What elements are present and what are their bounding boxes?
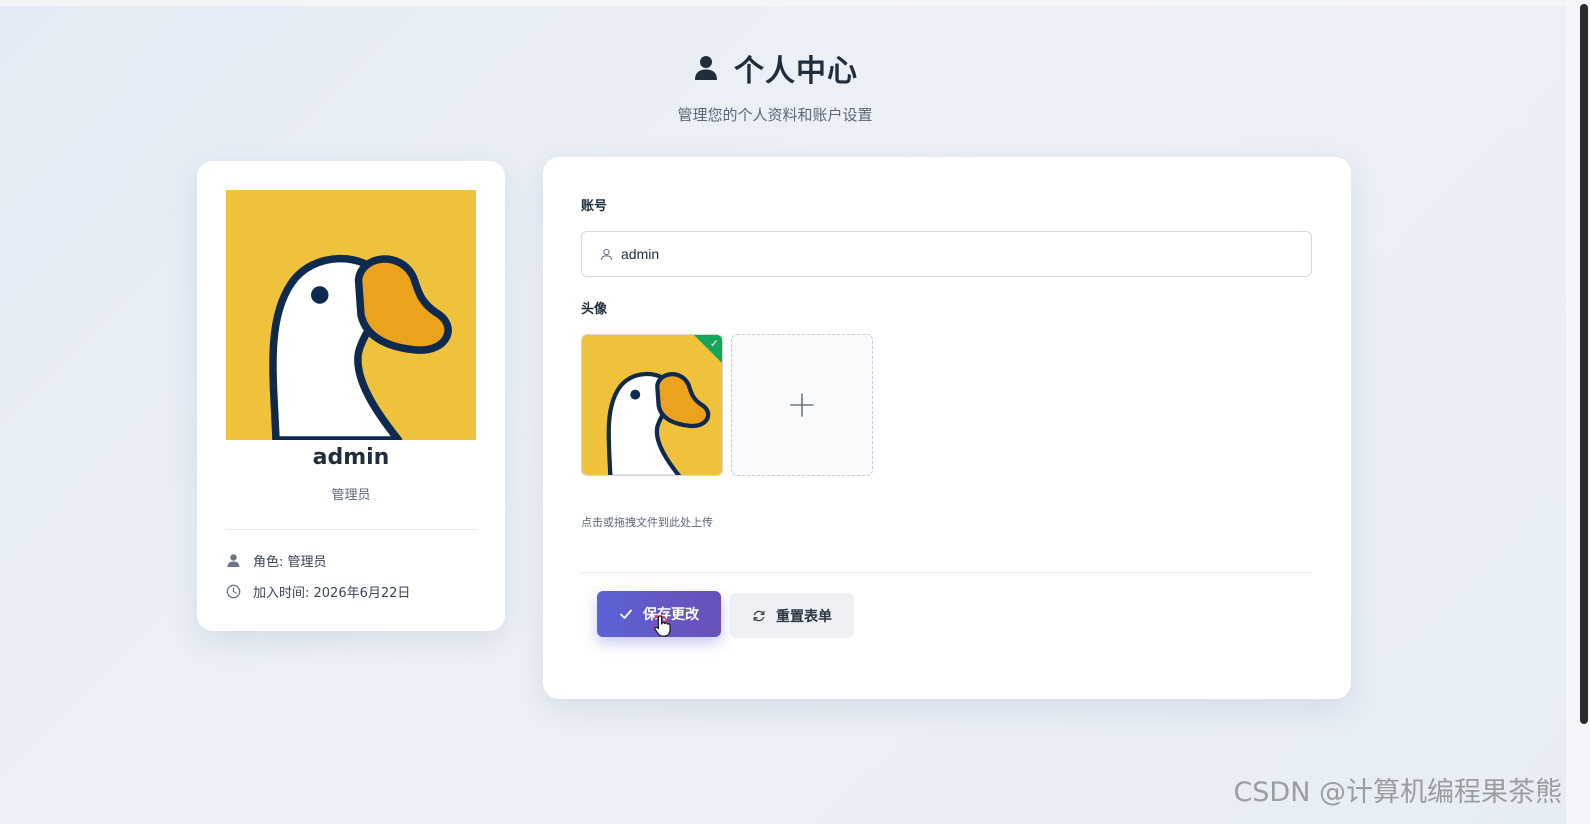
- scrollbar-thumb[interactable]: [1580, 4, 1588, 724]
- role-info-text: 角色: 管理员: [253, 555, 327, 570]
- scrollbar[interactable]: [1566, 0, 1590, 824]
- upload-add-button[interactable]: [731, 334, 873, 476]
- page-subtitle: 管理您的个人资料和账户设置: [677, 106, 873, 124]
- refresh-icon: [753, 610, 765, 621]
- page-title: 个人中心: [734, 54, 858, 89]
- account-label: 账号: [581, 199, 608, 214]
- title-row: 个人中心: [0, 44, 1550, 92]
- join-info-text: 加入时间: 2026年6月22日: [253, 586, 411, 601]
- avatar-label: 头像: [581, 302, 608, 317]
- profile-name: admin: [312, 445, 390, 470]
- user-icon: [227, 554, 240, 567]
- profile-divider: [226, 529, 476, 530]
- watermark: CSDN @计算机编程果茶熊: [1233, 777, 1562, 808]
- form-divider: [581, 572, 1312, 573]
- user-icon: [695, 56, 717, 80]
- user-outline-icon: [600, 248, 613, 260]
- profile-avatar: [226, 190, 476, 440]
- profile-role: 管理员: [331, 488, 371, 503]
- check-icon: [620, 609, 632, 619]
- role-info-row: 角色: 管理员: [226, 551, 327, 570]
- page-header: 个人中心 管理您的个人资料和账户设置: [0, 44, 1550, 125]
- top-strip: [0, 0, 1590, 6]
- clock-icon: [226, 584, 241, 599]
- reset-button-label: 重置表单: [776, 608, 832, 625]
- account-input[interactable]: [621, 246, 1301, 262]
- plus-icon: [790, 393, 814, 417]
- join-info-row: 加入时间: 2026年6月22日: [226, 582, 410, 601]
- account-field[interactable]: [581, 231, 1312, 277]
- uploaded-avatar-thumbnail[interactable]: ✓: [581, 334, 723, 476]
- check-icon: ✓: [709, 337, 719, 350]
- duck-avatar-image: [226, 190, 476, 440]
- hand-cursor-icon: [653, 615, 671, 637]
- profile-card: admin 管理员 角色: 管理员 加入时间: 2026年6月22日: [197, 161, 505, 631]
- upload-hint: 点击或拖拽文件到此处上传: [581, 516, 713, 529]
- reset-button[interactable]: 重置表单: [730, 593, 854, 638]
